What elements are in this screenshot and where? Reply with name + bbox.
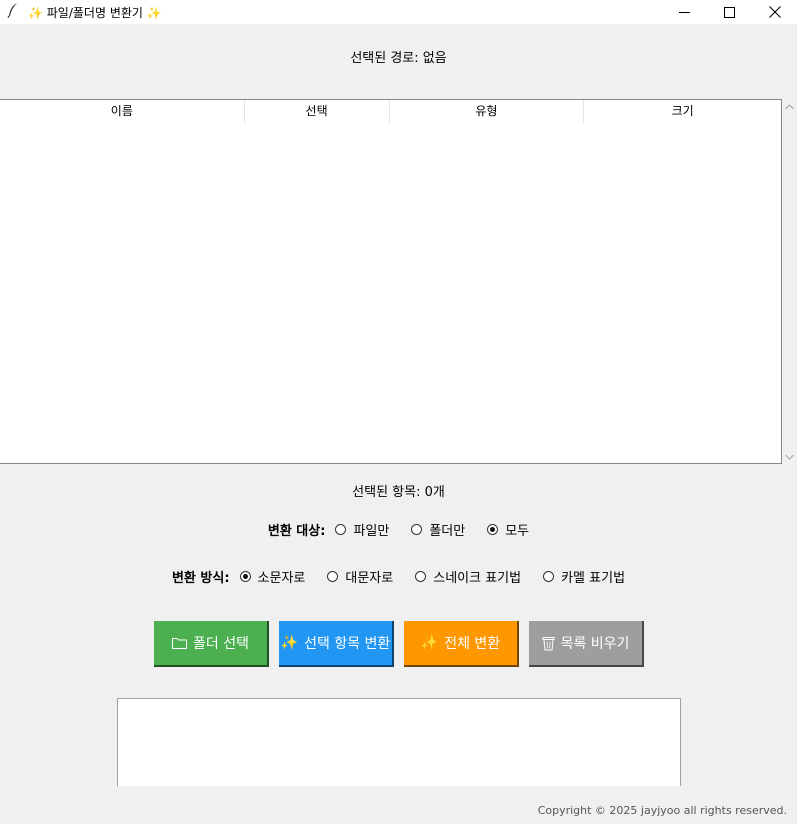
radio-label: 파일만	[353, 524, 390, 539]
button-label: 전체 변환	[444, 636, 501, 652]
table-header: 이름 선택 유형 크기	[0, 100, 781, 124]
clear-list-button[interactable]: 목록 비우기	[529, 621, 644, 667]
sparkles-icon: ✨	[420, 635, 439, 651]
column-header-select[interactable]: 선택	[244, 100, 390, 124]
method-radio-uppercase[interactable]: 대문자로	[327, 567, 393, 586]
title-bar[interactable]: ✨ 파일/폴더명 변환기 ✨	[0, 0, 797, 24]
radio-selected-icon	[239, 571, 251, 582]
copyright-text: Copyright © 2025 jayjyoo all rights rese…	[537, 804, 787, 817]
feather-icon	[2, 2, 24, 22]
minimize-icon	[679, 11, 690, 13]
button-label: 폴더 선택	[193, 636, 249, 652]
maximize-icon	[724, 6, 735, 18]
radio-icon	[543, 571, 555, 582]
button-label: 선택 항목 변환	[304, 636, 391, 652]
close-button[interactable]	[752, 0, 797, 24]
trash-icon	[542, 636, 555, 651]
scroll-down-icon[interactable]	[782, 449, 797, 464]
window-title: ✨ 파일/폴더명 변환기 ✨	[28, 5, 162, 20]
radio-label: 대문자로	[345, 571, 394, 586]
folder-icon	[172, 637, 187, 649]
target-label: 변환 대상:	[267, 524, 326, 539]
convert-selected-button[interactable]: ✨ 선택 항목 변환	[279, 621, 394, 667]
method-label: 변환 방식:	[171, 571, 230, 586]
radio-label: 카멜 표기법	[561, 571, 626, 586]
button-label: 목록 비우기	[560, 636, 630, 652]
method-radio-lowercase[interactable]: 소문자로	[239, 567, 306, 586]
selected-path-label: 선택된 경로: 없음	[350, 51, 447, 66]
close-icon	[768, 6, 781, 18]
radio-icon	[415, 571, 427, 582]
column-header-size[interactable]: 크기	[584, 100, 781, 124]
radio-selected-icon	[487, 524, 499, 535]
target-radio-folders[interactable]: 폴더만	[411, 520, 465, 539]
radio-label: 스네이크 표기법	[433, 571, 522, 586]
radio-icon	[327, 571, 339, 582]
select-folder-button[interactable]: 폴더 선택	[154, 621, 269, 667]
maximize-button[interactable]	[707, 0, 752, 24]
radio-icon	[335, 524, 347, 535]
radio-label: 모두	[505, 524, 530, 539]
convert-all-button[interactable]: ✨ 전체 변환	[404, 621, 519, 667]
radio-label: 소문자로	[257, 571, 306, 586]
sparkles-icon: ✨	[280, 635, 299, 651]
target-radio-all[interactable]: 모두	[487, 520, 529, 539]
selected-count-label: 선택된 항목: 0개	[352, 485, 445, 500]
radio-icon	[411, 524, 423, 535]
scroll-up-icon[interactable]	[782, 99, 797, 114]
minimize-button[interactable]	[662, 0, 707, 24]
method-options: 변환 방식: 소문자로 대문자로 스네이크 표기법 카멜 표기법	[0, 567, 797, 586]
column-header-name[interactable]: 이름	[0, 100, 245, 124]
method-radio-camel[interactable]: 카멜 표기법	[543, 567, 625, 586]
file-list-table[interactable]: 이름 선택 유형 크기	[0, 99, 782, 464]
radio-label: 폴더만	[429, 524, 466, 539]
log-textbox[interactable]	[117, 698, 681, 786]
vertical-scrollbar[interactable]	[782, 99, 797, 464]
column-header-type[interactable]: 유형	[389, 100, 585, 124]
target-options: 변환 대상: 파일만 폴더만 모두	[0, 520, 797, 539]
target-radio-files[interactable]: 파일만	[335, 520, 389, 539]
method-radio-snake[interactable]: 스네이크 표기법	[415, 567, 521, 586]
